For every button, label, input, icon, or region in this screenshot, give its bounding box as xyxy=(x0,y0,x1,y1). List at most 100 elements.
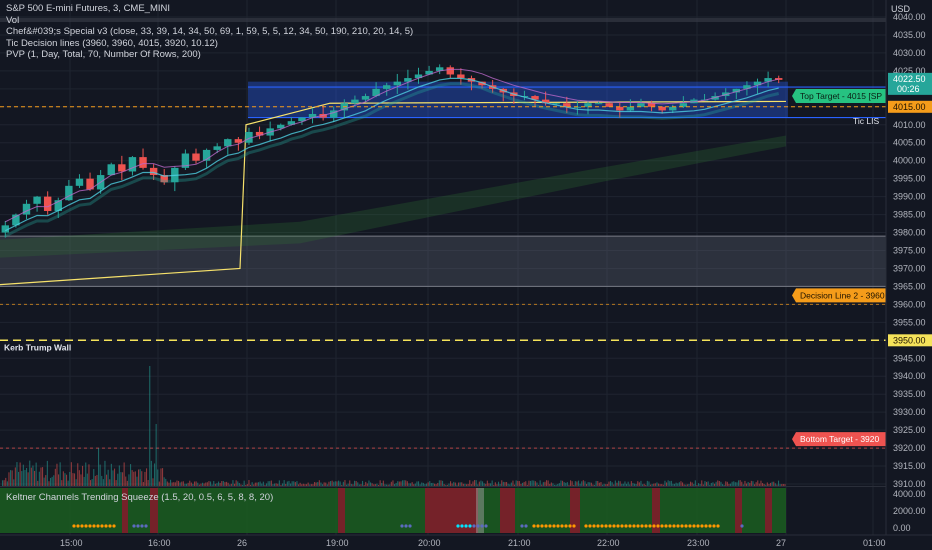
marker-4015-label: 4015.00 xyxy=(893,102,926,112)
price-tick-label: 3920.00 xyxy=(893,443,926,453)
volume-bar xyxy=(146,468,148,486)
squeeze-dot xyxy=(612,524,616,528)
volume-bar xyxy=(130,464,132,486)
pane-divider[interactable] xyxy=(0,486,886,487)
volume-bar xyxy=(11,470,13,486)
price-tick-label: 3965.00 xyxy=(893,281,926,291)
squeeze-dot xyxy=(80,524,84,528)
volume-bar xyxy=(99,464,101,486)
price-tick-label: 3990.00 xyxy=(893,192,926,202)
squeeze-dot xyxy=(464,524,468,528)
volume-bar xyxy=(29,460,31,486)
squeeze-dot xyxy=(456,524,460,528)
candle-body xyxy=(224,139,232,147)
volume-bar xyxy=(27,472,29,486)
volume-bar xyxy=(131,470,133,486)
volume-bar xyxy=(114,468,116,486)
squeeze-dot xyxy=(740,524,744,528)
candle-body xyxy=(669,106,677,111)
bottom-target-label: Bottom Target - 3920 xyxy=(800,434,879,444)
squeeze-dot xyxy=(632,524,636,528)
time-label: 23:00 xyxy=(687,538,710,548)
volume-bar xyxy=(117,473,119,486)
squeeze-title[interactable]: Keltner Channels Trending Squeeze (1.5, … xyxy=(6,492,273,503)
squeeze-dot xyxy=(716,524,720,528)
volume-bar xyxy=(86,473,88,486)
volume-bar xyxy=(157,469,159,486)
candle-body xyxy=(118,164,126,172)
volume-bar xyxy=(141,471,143,486)
squeeze-dot xyxy=(652,524,656,528)
countdown-label: 00:26 xyxy=(897,84,920,94)
squeeze-dot xyxy=(588,524,592,528)
volume-bar xyxy=(93,469,95,486)
volume-bar xyxy=(128,474,130,486)
volume-bar xyxy=(51,476,53,486)
squeeze-dot xyxy=(484,524,488,528)
volume-bar xyxy=(110,463,112,486)
price-tick-label: 4005.00 xyxy=(893,138,926,148)
volume-bar xyxy=(35,462,37,486)
volume-bar xyxy=(118,465,120,486)
currency-label[interactable]: USD xyxy=(891,4,910,14)
symbol-title[interactable]: S&P 500 E-mini Futures, 3, CME_MINI xyxy=(6,3,413,15)
indicator-pvp[interactable]: PVP (1, Day, Total, 70, Number Of Rows, … xyxy=(6,49,413,61)
squeeze-dot xyxy=(404,524,408,528)
volume-bar xyxy=(112,470,114,486)
last-price-label: 4022.50 xyxy=(893,74,926,84)
volume-bar xyxy=(82,465,84,486)
volume-bar xyxy=(133,471,135,486)
candle-body xyxy=(234,139,243,143)
squeeze-dot xyxy=(460,524,464,528)
squeeze-dot xyxy=(536,524,540,528)
volume-bar xyxy=(46,460,48,486)
price-tick-label: 3960.00 xyxy=(893,299,926,309)
squeeze-dot xyxy=(88,524,92,528)
volume-bar xyxy=(13,479,15,486)
indicator-tic-decision-lines[interactable]: Tic Decision lines (3960, 3960, 4015, 39… xyxy=(6,38,413,50)
squeeze-dot xyxy=(532,524,536,528)
price-chart[interactable]: Top Target - 4015 [SP Decision Line 2 - 3… xyxy=(0,0,932,550)
volume-bar xyxy=(160,468,162,486)
squeeze-dot xyxy=(600,524,604,528)
squeeze-dot xyxy=(568,524,572,528)
volume-bar xyxy=(144,471,146,486)
volume-bar xyxy=(64,473,66,486)
squeeze-dot xyxy=(476,524,480,528)
volume-bar xyxy=(38,471,40,486)
time-label: 22:00 xyxy=(597,538,620,548)
volume-bar xyxy=(125,476,127,486)
squeeze-dot xyxy=(616,524,620,528)
squeeze-dot xyxy=(556,524,560,528)
volume-bar xyxy=(77,463,79,486)
squeeze-dot xyxy=(564,524,568,528)
price-tick-label: 3980.00 xyxy=(893,228,926,238)
squeeze-dot xyxy=(468,524,472,528)
volume-bar xyxy=(107,469,109,486)
volume-bar xyxy=(19,462,21,486)
volume-bar xyxy=(8,472,10,486)
squeeze-dot xyxy=(636,524,640,528)
indicator-chefs-special[interactable]: Chef&#039;s Special v3 (close, 33, 39, 1… xyxy=(6,26,413,38)
volume-bar xyxy=(91,479,93,486)
volume-bar xyxy=(72,473,74,486)
squeeze-dot xyxy=(108,524,112,528)
squeeze-dot xyxy=(76,524,80,528)
candle-body xyxy=(351,99,359,104)
volume-bar xyxy=(24,470,26,486)
candle-body xyxy=(584,103,592,107)
kerb-trump-wall-label: Kerb Trump Wall xyxy=(4,342,71,352)
price-tick-label: 3940.00 xyxy=(893,371,926,381)
squeeze-dot xyxy=(640,524,644,528)
candle-body xyxy=(139,157,147,168)
time-label: 15:00 xyxy=(60,538,83,548)
volume-bar xyxy=(69,471,71,486)
candle-body xyxy=(107,164,115,176)
volume-bar xyxy=(136,476,138,486)
squeeze-dot xyxy=(620,524,624,528)
indicator-vol[interactable]: Vol xyxy=(6,15,413,27)
squeeze-axis-label: 2000.00 xyxy=(893,506,926,516)
tic-lis-label: Tic LIS xyxy=(853,116,879,126)
volume-bar xyxy=(163,477,165,486)
volume-bar xyxy=(26,468,28,486)
